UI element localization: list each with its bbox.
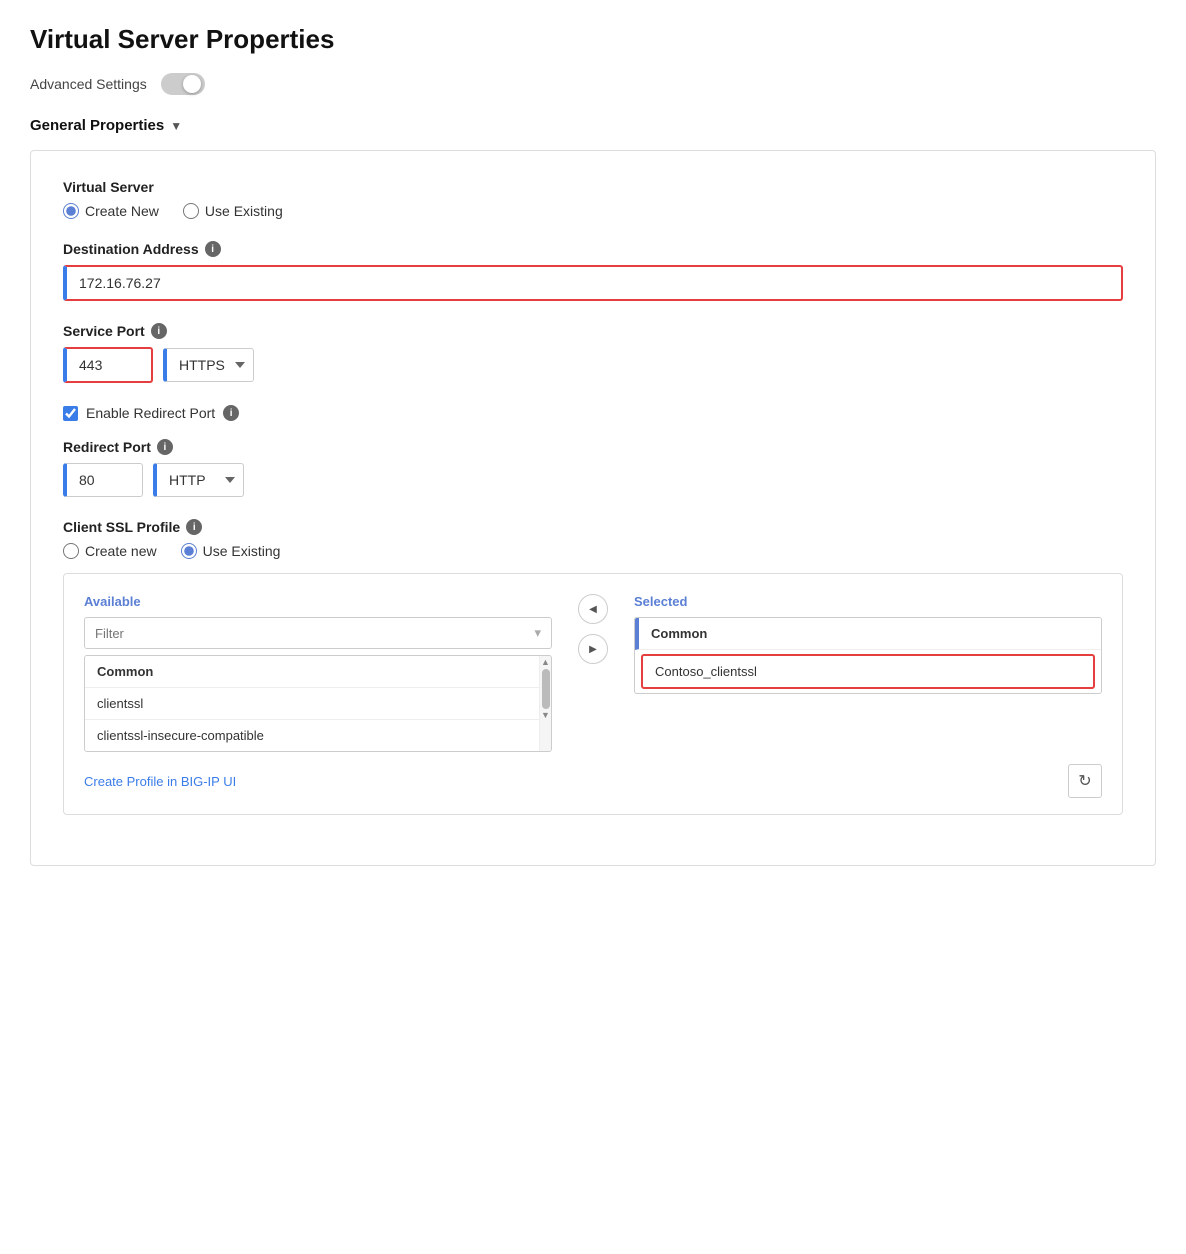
refresh-icon: ↻ [1078,771,1091,791]
scroll-down-icon[interactable]: ▼ [541,711,550,720]
destination-address-field-group: Destination Address i [63,241,1123,301]
available-group-name: Common [97,664,153,679]
destination-address-input[interactable] [63,265,1123,301]
available-list-content: Common clientssl clientssl-insecure-comp… [85,656,539,751]
virtual-server-create-new-option[interactable]: Create New [63,203,159,219]
redirect-port-label-text: Redirect Port [63,439,151,455]
page-title: Virtual Server Properties [30,24,1156,55]
selected-list: Common Contoso_clientssl [634,617,1102,694]
redirect-port-input[interactable] [63,463,143,497]
transfer-right-button[interactable]: ▶ [578,634,608,664]
ssl-available-label: Available [84,594,552,609]
client-ssl-create-new-label: Create new [85,543,157,559]
client-ssl-use-existing-label: Use Existing [203,543,281,559]
available-scroll-track: ▲ ▼ [539,656,551,751]
service-port-field-group: Service Port i HTTPS HTTP FTP SMTP Other [63,323,1123,383]
available-list-wrapper: Common clientssl clientssl-insecure-comp… [84,655,552,752]
client-ssl-use-existing-radio[interactable] [181,543,197,559]
general-properties-header[interactable]: General Properties ▼ [30,117,1156,134]
advanced-settings-label: Advanced Settings [30,76,147,92]
main-card: Virtual Server Create New Use Existing D… [30,150,1156,866]
virtual-server-use-existing-option[interactable]: Use Existing [183,203,283,219]
filter-icon: ▾ [524,618,551,648]
ssl-panel-bottom-row: Create Profile in BIG-IP UI ↻ [84,764,1102,798]
ssl-panel: Available ▾ Common clientssl clie [63,573,1123,815]
client-ssl-radio-group: Create new Use Existing [63,543,1123,559]
redirect-port-field-group: Redirect Port i HTTP HTTPS FTP Other [63,439,1123,497]
service-protocol-select[interactable]: HTTPS HTTP FTP SMTP Other [163,348,254,382]
service-port-label: Service Port i [63,323,1123,339]
transfer-left-button[interactable]: ◀ [578,594,608,624]
create-profile-link[interactable]: Create Profile in BIG-IP UI [84,774,236,789]
ssl-selected-column: Selected Common Contoso_clientssl [634,594,1102,694]
advanced-settings-toggle[interactable] [161,73,205,95]
client-ssl-create-new-option[interactable]: Create new [63,543,157,559]
virtual-server-create-new-label: Create New [85,203,159,219]
list-item[interactable]: clientssl [85,688,539,720]
client-ssl-info-icon[interactable]: i [186,519,202,535]
service-port-label-text: Service Port [63,323,145,339]
virtual-server-label-text: Virtual Server [63,179,154,195]
virtual-server-use-existing-label: Use Existing [205,203,283,219]
redirect-port-row: HTTP HTTPS FTP Other [63,463,1123,497]
list-item[interactable]: clientssl-insecure-compatible [85,720,539,751]
enable-redirect-port-label: Enable Redirect Port [86,405,215,421]
virtual-server-create-new-radio[interactable] [63,203,79,219]
general-properties-label: General Properties [30,117,164,134]
ssl-available-column: Available ▾ Common clientssl clie [84,594,552,752]
enable-redirect-port-row: Enable Redirect Port i [63,405,1123,421]
redirect-port-info-icon[interactable]: i [157,439,173,455]
refresh-button[interactable]: ↻ [1068,764,1102,798]
selected-group-header: Common [635,618,1101,650]
right-arrow-icon: ▶ [589,644,597,655]
selected-item[interactable]: Contoso_clientssl [641,654,1095,689]
ssl-columns: Available ▾ Common clientssl clie [84,594,1102,752]
client-ssl-use-existing-option[interactable]: Use Existing [181,543,281,559]
filter-row: ▾ [84,617,552,649]
redirect-protocol-select[interactable]: HTTP HTTPS FTP Other [153,463,244,497]
left-arrow-icon: ◀ [589,604,597,615]
client-ssl-profile-label: Client SSL Profile i [63,519,1123,535]
available-group-header: Common [85,656,539,688]
destination-address-label-text: Destination Address [63,241,199,257]
service-port-info-icon[interactable]: i [151,323,167,339]
transfer-buttons: ◀ ▶ [568,594,618,664]
scroll-up-icon[interactable]: ▲ [541,658,550,667]
filter-input[interactable] [85,619,524,648]
virtual-server-radio-group: Create New Use Existing [63,203,1123,219]
virtual-server-use-existing-radio[interactable] [183,203,199,219]
general-properties-chevron: ▼ [170,119,182,133]
client-ssl-profile-field-group: Client SSL Profile i Create new Use Exis… [63,519,1123,815]
destination-address-info-icon[interactable]: i [205,241,221,257]
enable-redirect-port-checkbox[interactable] [63,406,78,421]
service-port-row: HTTPS HTTP FTP SMTP Other [63,347,1123,383]
client-ssl-create-new-radio[interactable] [63,543,79,559]
advanced-settings-row: Advanced Settings [30,73,1156,95]
scroll-thumb[interactable] [542,669,550,709]
virtual-server-field-group: Virtual Server Create New Use Existing [63,179,1123,219]
client-ssl-profile-label-text: Client SSL Profile [63,519,180,535]
destination-address-label: Destination Address i [63,241,1123,257]
virtual-server-label: Virtual Server [63,179,1123,195]
enable-redirect-port-info-icon[interactable]: i [223,405,239,421]
service-port-input[interactable] [63,347,153,383]
redirect-port-label: Redirect Port i [63,439,1123,455]
ssl-selected-label: Selected [634,594,1102,609]
